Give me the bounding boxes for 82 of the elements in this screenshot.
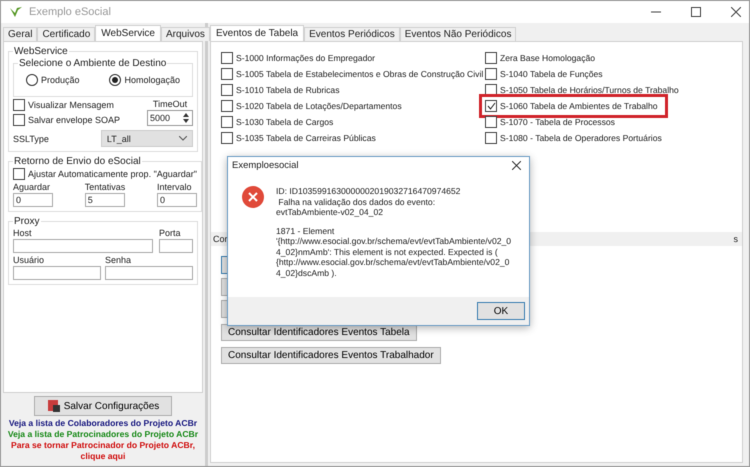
ssltype-dropdown[interactable]: LT_all [100, 130, 193, 147]
checkbox-label: S-1030 Tabela de Cargos [236, 117, 334, 127]
checkbox-label: S-1080 - Tabela de Operadores Portuários [500, 133, 662, 143]
checkbox[interactable] [13, 99, 25, 111]
tab[interactable]: WebService [95, 25, 161, 42]
group-title: WebService [13, 46, 69, 57]
field-label: SSLType [13, 134, 49, 144]
checkbox-label: S-1060 Tabela de Ambientes de Trabalho [500, 101, 658, 111]
checkbox[interactable] [221, 68, 233, 80]
tab[interactable]: Eventos de Tabela [210, 25, 304, 42]
timeout-spinbox[interactable]: 5000 [147, 110, 193, 126]
field-label: Usuário [13, 255, 46, 265]
link[interactable]: Veja a lista de Patrocinadores do Projeto ACBr [5, 429, 201, 440]
field-label: Intervalo [156, 182, 192, 192]
error-message: 1871 - Element '{http://www.esocial.gov.br/schema/evt/evtTabAmbiente/v02_0 4_02}nmAmb': This element is not expected. Expected is ( {http://www.esocial.gov.br/schema/evt/evtTabAmbiente/v02_0 4_02}dscAmb ). [276, 226, 512, 278]
checkbox[interactable] [221, 52, 233, 64]
query-button[interactable]: Consultar Identificadores Eventos Trabalhador [221, 347, 441, 364]
radio-button[interactable] [109, 74, 122, 86]
field-label: Porta [159, 228, 182, 238]
checkbox-label: Salvar envelope SOAP [28, 115, 120, 125]
input-field[interactable]: 0 [13, 193, 53, 207]
checkbox[interactable] [221, 132, 233, 144]
spin-arrows-icon[interactable] [182, 112, 190, 124]
field-label: Senha [105, 255, 132, 265]
checkbox-label: Visualizar Mensagem [28, 100, 114, 110]
tab[interactable]: Arquivos [161, 27, 210, 41]
checkbox[interactable] [221, 116, 233, 128]
checkbox[interactable] [13, 168, 25, 180]
close-icon[interactable] [731, 7, 741, 17]
tab[interactable]: Eventos Periódicos [304, 27, 400, 41]
dialog-title: Exemploesocial [232, 160, 299, 171]
checkbox-label: S-1050 Tabela de Horários/Turnos de Trabalho [500, 85, 679, 95]
window-title: Exemplo eSocial [29, 6, 111, 18]
checkbox[interactable] [485, 100, 497, 112]
close-icon[interactable] [512, 161, 521, 170]
checkbox[interactable] [485, 116, 497, 128]
caret-icon[interactable] [179, 136, 187, 141]
field-label: Tentativas [84, 182, 126, 192]
radio-button[interactable] [26, 74, 38, 86]
field-label: Host [13, 228, 33, 238]
tab[interactable]: Certificado [37, 27, 96, 41]
app-icon [9, 5, 23, 19]
group-title: Proxy [13, 216, 41, 227]
checkbox[interactable] [485, 132, 497, 144]
link[interactable]: Veja a lista de Colaboradores do Projeto ACBr [5, 418, 201, 429]
checkbox-label: S-1070 - Tabela de Processos [500, 117, 615, 127]
field-label: Aguardar [13, 182, 52, 192]
tab[interactable]: s [734, 234, 738, 244]
tab[interactable]: Cor [213, 234, 228, 244]
checkbox-label: Zera Base Homologação [500, 53, 596, 63]
checkbox-label: S-1000 Informações do Empregador [236, 53, 376, 63]
radio-label: Produção [41, 75, 80, 85]
checkbox[interactable] [13, 114, 25, 126]
error-icon [242, 186, 264, 208]
input-field[interactable]: 5 [84, 193, 125, 207]
checkbox-label: S-1020 Tabela de Lotações/Departamentos [236, 101, 402, 111]
checkbox-label: S-1040 Tabela de Funções [500, 69, 603, 79]
tab[interactable]: Geral [3, 27, 38, 41]
input-field[interactable] [13, 239, 153, 253]
checkbox[interactable] [221, 100, 233, 112]
group-title: Selecione o Ambiente de Destino [18, 58, 168, 69]
radio-label: Homologação [124, 75, 180, 85]
checkbox-label: S-1005 Tabela de Estabelecimentos e Obras de Construção Civil [236, 69, 484, 79]
checkbox-label: S-1010 Tabela de Rubricas [236, 85, 340, 95]
save-button[interactable]: Salvar Configurações [34, 396, 172, 416]
input-field[interactable] [13, 266, 101, 280]
input-field[interactable] [159, 239, 193, 253]
input-field[interactable]: 0 [156, 193, 197, 207]
link[interactable]: Para se tornar Patrocinador do Projeto ACBr, clique aqui [5, 440, 201, 462]
input-field[interactable] [105, 266, 193, 280]
ok-button[interactable]: OK [477, 302, 525, 320]
maximize-icon[interactable] [691, 7, 701, 17]
error-message: ID: ID1035991630000002019032716470974652 Falha na validação dos dados do evento: evtTabAmbiente-v02_04_02 [276, 186, 462, 218]
checkbox-label: Ajustar Automaticamente prop. "Aguardar" [28, 169, 197, 179]
checkbox[interactable] [485, 68, 497, 80]
checkbox-label: S-1035 Tabela de Carreiras Públicas [236, 133, 376, 143]
group-title: Retorno de Envio do eSocial [13, 156, 142, 167]
tab[interactable]: Eventos Não Periódicos [400, 27, 516, 41]
field-label: TimeOut [152, 99, 188, 109]
save-icon [46, 399, 61, 413]
checkbox[interactable] [221, 84, 233, 96]
checkbox[interactable] [485, 52, 497, 64]
